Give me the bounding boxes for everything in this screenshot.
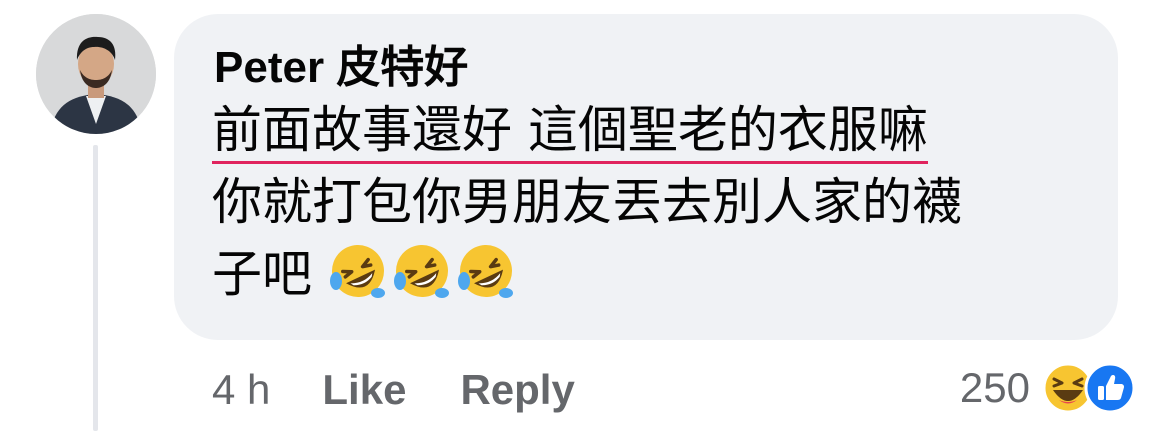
underlined-text: 前面故事還好 這個聖老的衣服嘛 [212, 101, 928, 164]
rolling-on-floor-laughing-emoji-icon [392, 241, 452, 301]
comment-line-3-text: 子吧 [212, 245, 312, 303]
comment-line-2: 你就打包你男朋友丟去別人家的襪 [212, 166, 1092, 238]
comment-actions: 4 h Like Reply [212, 362, 629, 418]
reaction-count: 250 [959, 364, 1030, 411]
reactions-summary[interactable]: 250 [960, 358, 1136, 418]
rolling-on-floor-laughing-emoji-icon [328, 241, 388, 301]
comment-text: 前面故事還好 這個聖老的衣服嘛 你就打包你男朋友丟去別人家的襪 子吧 [212, 94, 1092, 310]
comment-line-3: 子吧 [212, 238, 1092, 310]
avatar[interactable] [36, 14, 156, 134]
reply-button[interactable]: Reply [460, 366, 574, 414]
like-icon [1084, 362, 1136, 414]
rolling-on-floor-laughing-emoji-icon [456, 241, 516, 301]
comment-bubble: Peter 皮特好 前面故事還好 這個聖老的衣服嘛 你就打包你男朋友丟去別人家的… [174, 14, 1118, 340]
comment-line-1: 前面故事還好 這個聖老的衣服嘛 [212, 94, 1092, 166]
comment-line-2-text: 你就打包你男朋友丟去別人家的襪 [212, 173, 962, 231]
comment-author-name[interactable]: Peter 皮特好 [214, 38, 468, 98]
comment-thread: Peter 皮特好 前面故事還好 這個聖老的衣服嘛 你就打包你男朋友丟去別人家的… [0, 0, 1170, 431]
thread-connector-line [93, 145, 98, 431]
like-button[interactable]: Like [322, 366, 406, 414]
comment-timestamp[interactable]: 4 h [212, 366, 270, 414]
